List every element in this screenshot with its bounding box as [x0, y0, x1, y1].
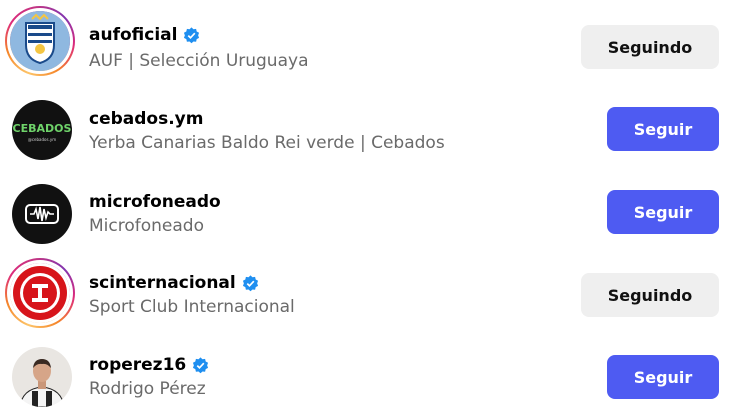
following-button[interactable]: Seguindo	[581, 25, 719, 69]
follow-button[interactable]: Seguir	[607, 107, 719, 151]
username-text[interactable]: aufoficial	[89, 25, 177, 45]
avatar[interactable]	[5, 341, 75, 411]
following-button[interactable]: Seguindo	[581, 273, 719, 317]
full-name: Microfoneado	[89, 216, 204, 236]
avatar[interactable]: CEBADOS @cebados.ym	[5, 94, 75, 164]
account-row: microfoneado Microfoneado Seguir	[0, 172, 737, 254]
account-row: CEBADOS @cebados.ym cebados.ym Yerba Can…	[0, 88, 737, 170]
username-text[interactable]: roperez16	[89, 355, 186, 375]
username-text[interactable]: microfoneado	[89, 192, 221, 212]
username-text[interactable]: scinternacional	[89, 273, 236, 293]
account-row: roperez16 Rodrigo Pérez Seguir	[0, 335, 737, 413]
follow-button[interactable]: Seguir	[607, 190, 719, 234]
internacional-crest-icon	[10, 263, 70, 323]
full-name: AUF | Selección Uruguaya	[89, 51, 309, 71]
username-text[interactable]: cebados.ym	[89, 109, 203, 129]
full-name: Sport Club Internacional	[89, 297, 295, 317]
suggested-accounts-list: aufoficial AUF | Selección Uruguaya Segu…	[0, 0, 737, 413]
avatar[interactable]	[5, 178, 75, 248]
username[interactable]: cebados.ym	[89, 109, 203, 129]
follow-button[interactable]: Seguir	[607, 355, 719, 399]
verified-badge-icon	[242, 274, 258, 291]
avatar-story-ring[interactable]	[5, 6, 75, 76]
cebados-logo-icon: CEBADOS @cebados.ym	[12, 100, 72, 160]
cebados-logo-text: CEBADOS	[13, 122, 72, 135]
avatar-story-ring[interactable]	[5, 258, 75, 328]
auf-crest-icon	[10, 11, 70, 71]
microphone-wave-icon	[12, 184, 72, 244]
cebados-logo-subtext: @cebados.ym	[28, 137, 56, 142]
username[interactable]: microfoneado	[89, 192, 221, 212]
full-name: Rodrigo Pérez	[89, 379, 206, 399]
full-name: Yerba Canarias Baldo Rei verde | Cebados	[89, 133, 445, 153]
account-row: scinternacional Sport Club Internacional…	[0, 252, 737, 334]
verified-badge-icon	[184, 26, 200, 43]
username[interactable]: aufoficial	[89, 25, 200, 45]
account-row: aufoficial AUF | Selección Uruguaya Segu…	[0, 0, 737, 82]
username[interactable]: roperez16	[89, 355, 209, 375]
person-photo-icon	[12, 347, 72, 407]
verified-badge-icon	[193, 356, 209, 373]
username[interactable]: scinternacional	[89, 273, 259, 293]
